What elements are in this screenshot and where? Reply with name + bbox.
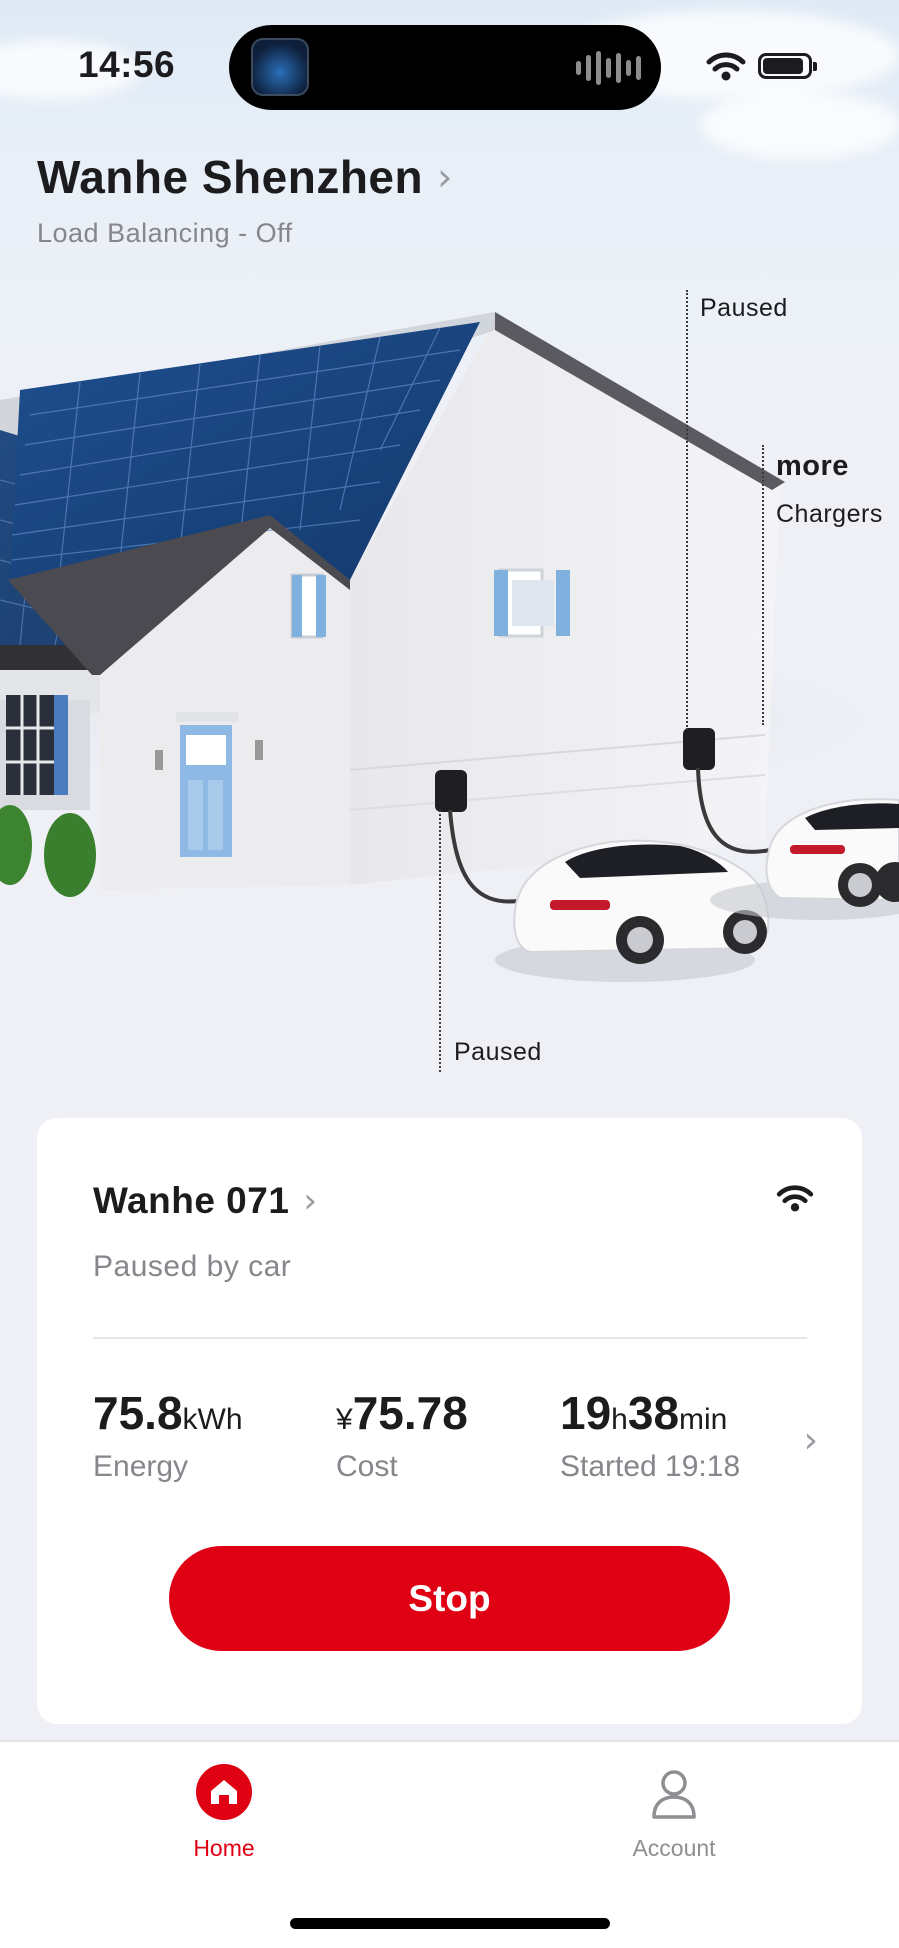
cost-label: Cost	[336, 1450, 398, 1483]
now-playing-artwork	[251, 38, 309, 96]
status-time: 14:56	[78, 44, 176, 85]
house-illustration: Paused more Chargers Paused	[0, 250, 899, 1080]
callout-line	[686, 290, 688, 730]
divider	[93, 1337, 807, 1339]
load-balancing-status: Load Balancing - Off	[37, 218, 293, 248]
chevron-right-icon: ›	[303, 1181, 318, 1221]
audio-waveform-icon	[576, 50, 641, 86]
site-selector[interactable]: Wanhe Shenzhen ›	[37, 150, 452, 204]
callout-line	[762, 445, 764, 725]
tab-bar: Home Account	[0, 1740, 899, 1948]
cost-value-row: ¥75.78	[336, 1386, 468, 1440]
duration-value-row: 19h38min	[560, 1386, 740, 1440]
more-chargers-label[interactable]: Chargers	[776, 500, 883, 529]
cloud	[700, 90, 899, 160]
wifi-icon	[706, 52, 746, 81]
more-chargers-title[interactable]: more	[776, 450, 849, 483]
tab-account[interactable]: Account	[574, 1764, 774, 1862]
energy-value: 75.8	[93, 1387, 183, 1439]
duration-hours: 19	[560, 1387, 612, 1439]
wifi-icon	[776, 1185, 814, 1212]
person-icon	[652, 1770, 696, 1819]
callout-line	[439, 810, 441, 1072]
cost-value: 75.78	[352, 1387, 468, 1439]
energy-stat: 75.8kWh Energy	[93, 1386, 243, 1484]
stop-button[interactable]: Stop	[169, 1546, 730, 1651]
duration-stat: 19h38min Started 19:18	[560, 1386, 740, 1484]
energy-label: Energy	[93, 1450, 189, 1483]
duration-minutes: 38	[627, 1387, 680, 1439]
charger-status: Paused by car	[93, 1250, 292, 1283]
charger-name: Wanhe 071	[93, 1180, 290, 1221]
charger-card: Wanhe 071 › Paused by car 75.8kWh Energy…	[37, 1118, 862, 1724]
battery-icon	[758, 53, 817, 79]
charger-status-callout[interactable]: Paused	[700, 294, 788, 323]
home-icon	[196, 1764, 252, 1820]
energy-value-row: 75.8kWh	[93, 1386, 243, 1440]
chevron-right-icon: ›	[437, 155, 453, 199]
tab-home[interactable]: Home	[124, 1764, 324, 1862]
tab-home-label: Home	[193, 1835, 255, 1861]
hours-unit: h	[611, 1403, 628, 1436]
home-indicator[interactable]	[290, 1918, 610, 1929]
tab-account-label: Account	[632, 1835, 716, 1861]
cost-stat: ¥75.78 Cost	[336, 1386, 468, 1484]
started-time: Started 19:18	[560, 1450, 741, 1483]
house-scene	[0, 312, 899, 982]
minutes-unit: min	[679, 1403, 728, 1436]
session-details-chevron-icon[interactable]: ›	[804, 1420, 818, 1461]
charger-status-callout[interactable]: Paused	[454, 1038, 542, 1067]
dynamic-island[interactable]	[229, 25, 661, 110]
currency-symbol: ¥	[336, 1403, 353, 1436]
energy-unit: kWh	[182, 1403, 243, 1436]
site-name: Wanhe Shenzhen	[37, 151, 424, 203]
charger-selector[interactable]: Wanhe 071 ›	[93, 1180, 317, 1222]
